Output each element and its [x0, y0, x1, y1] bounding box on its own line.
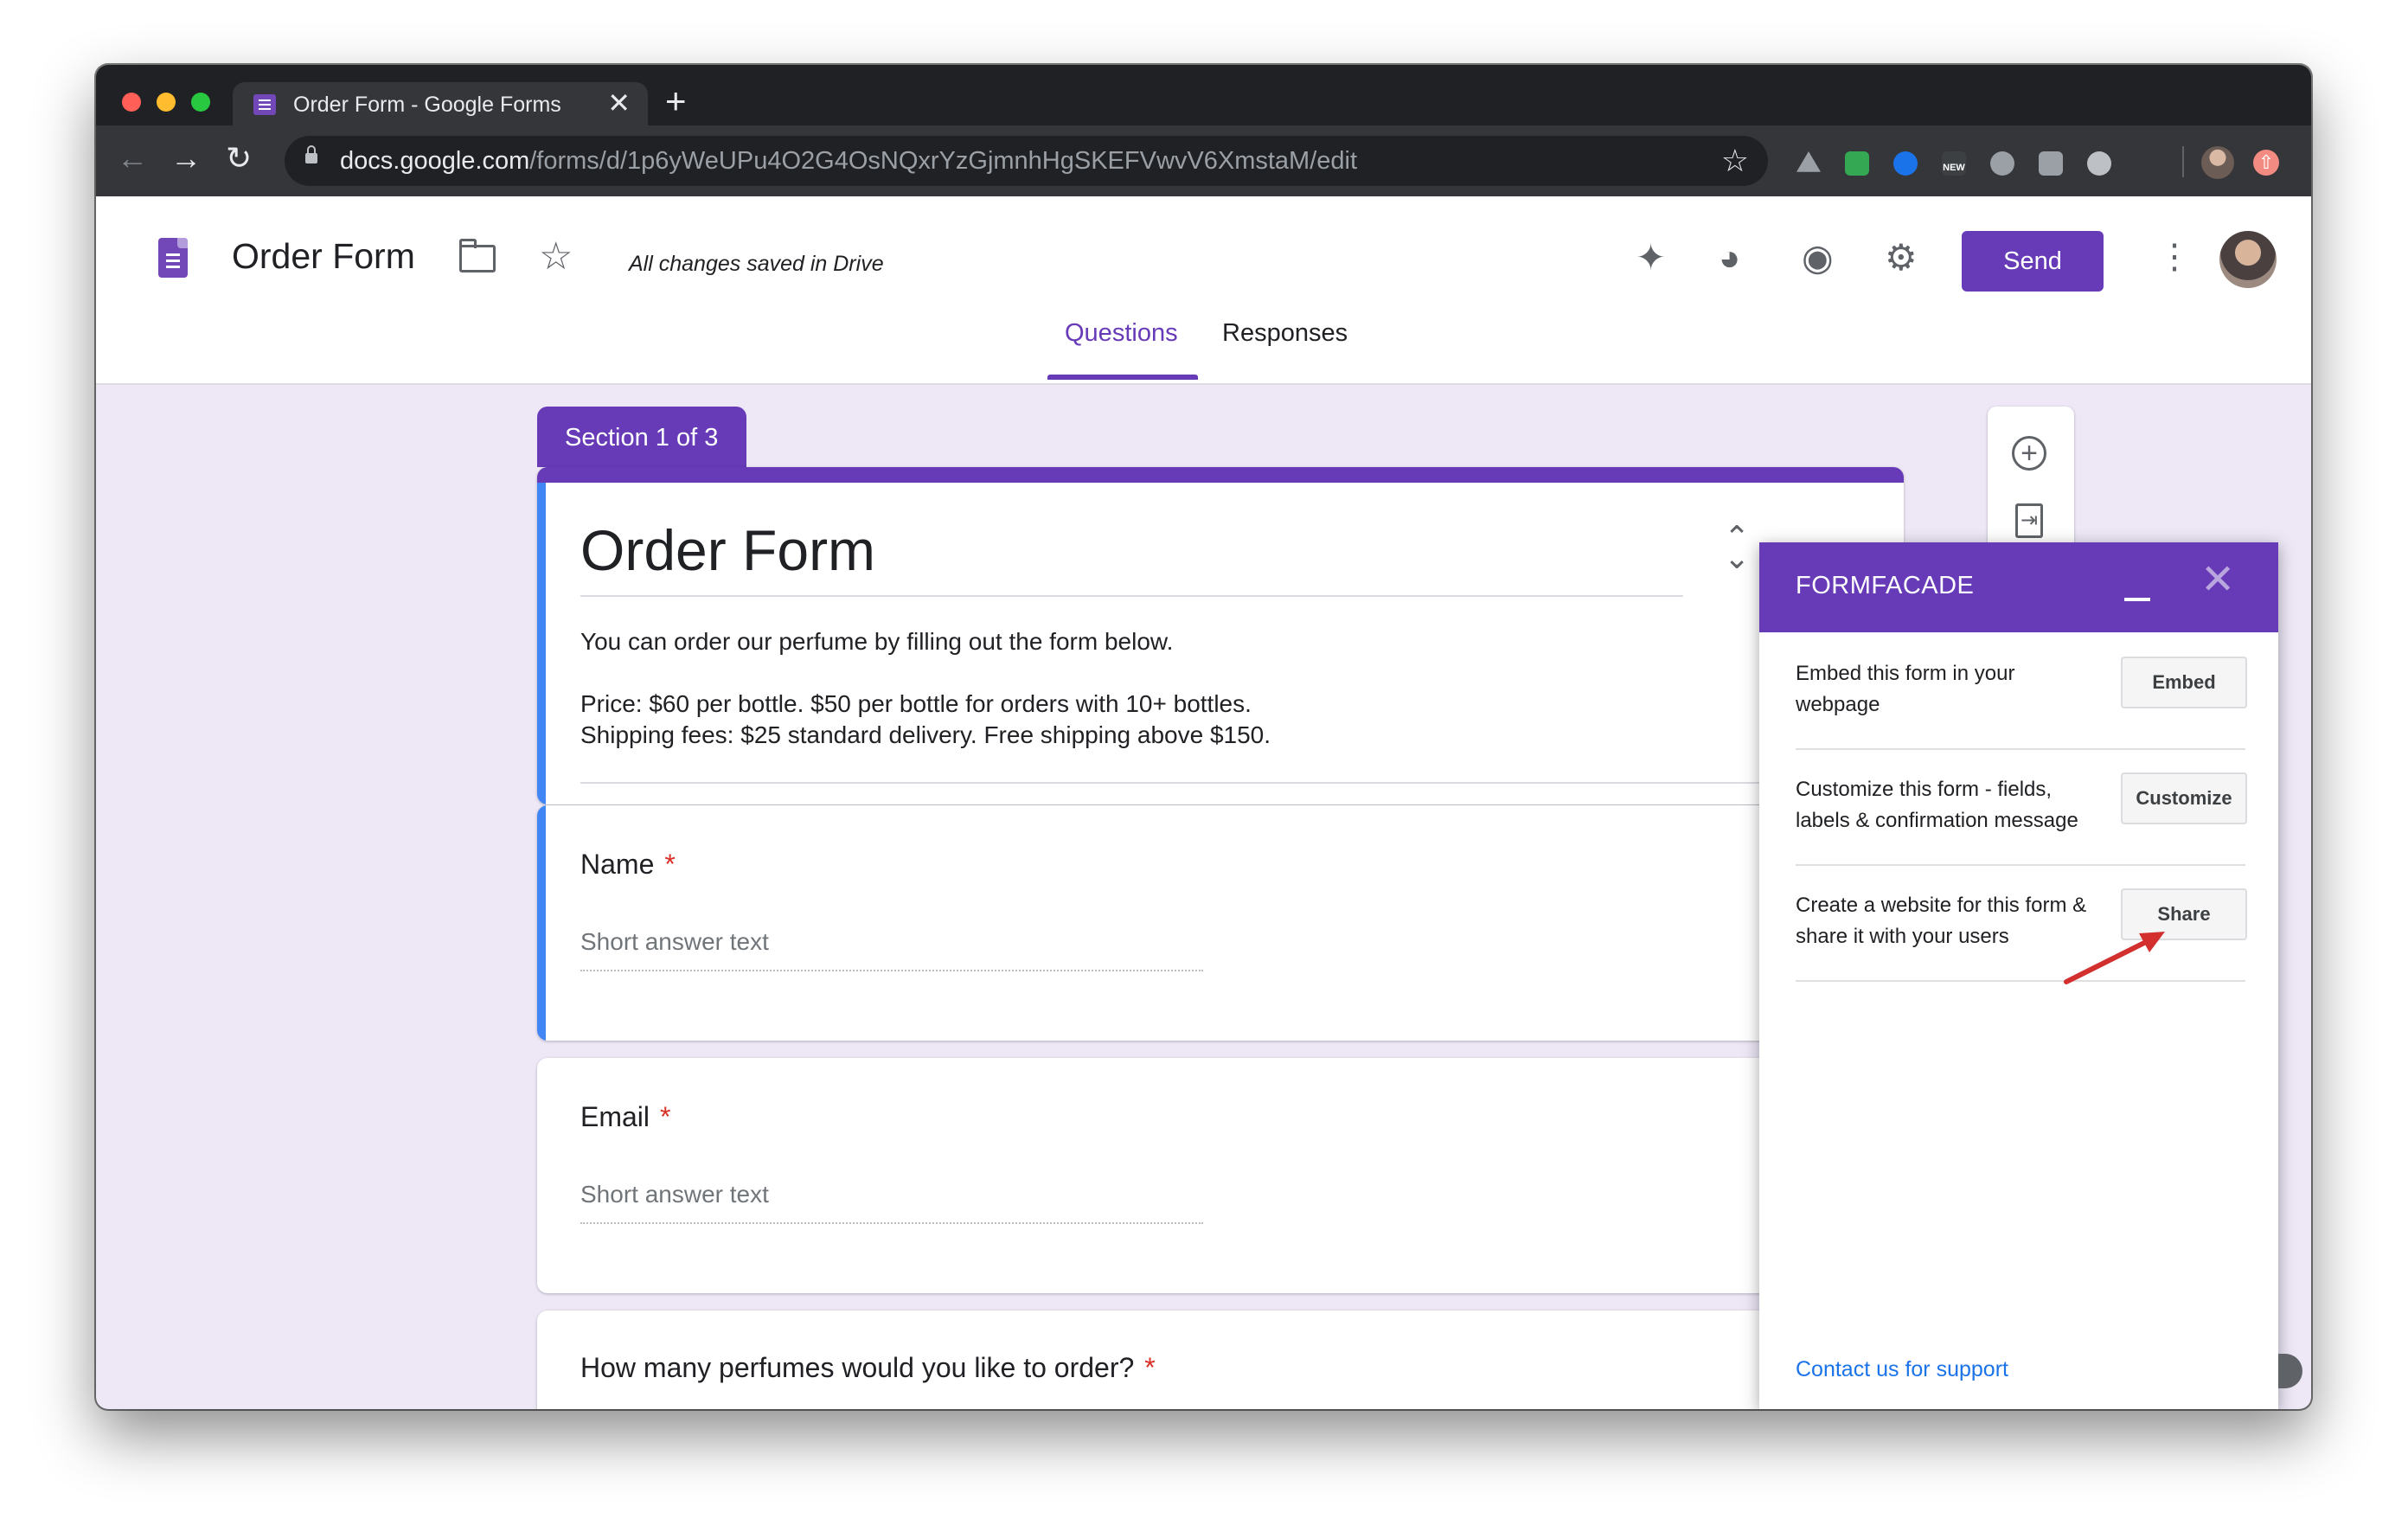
row-description: Create a website for this form & share i…: [1796, 894, 2087, 948]
embed-button[interactable]: Embed: [2121, 657, 2247, 708]
import-questions-icon[interactable]: ⇥: [2015, 503, 2043, 538]
form-title[interactable]: Order Form: [580, 517, 875, 583]
form-title-card[interactable]: Order Form ⌄ ⌄ You can order our perfume…: [537, 467, 1904, 804]
question-card-quantity[interactable]: How many perfumes would you like to orde…: [537, 1311, 1904, 1409]
section-indicator: Section 1 of 3: [537, 407, 746, 467]
description-line: [580, 657, 1271, 689]
required-asterisk: *: [664, 849, 676, 880]
account-avatar[interactable]: [2219, 231, 2277, 288]
side-toolbar: + ⇥: [1988, 407, 2074, 554]
question-title: Name *: [580, 849, 676, 880]
annotation-arrow: [2064, 932, 2165, 984]
question-title: How many perfumes would you like to orde…: [580, 1352, 1156, 1383]
short-answer-placeholder: Short answer text: [580, 1181, 769, 1208]
lock-icon: [305, 145, 317, 163]
title-underline: [580, 595, 1683, 597]
bookmark-star-icon[interactable]: ☆: [1721, 143, 1749, 179]
toolbar-divider: [2182, 146, 2184, 177]
tab-questions[interactable]: Questions: [1065, 319, 1178, 348]
description-line: You can order our perfume by filling out…: [580, 628, 1174, 655]
required-asterisk: *: [660, 1101, 671, 1132]
settings-gear-icon[interactable]: ⚙: [1885, 240, 1918, 276]
palette-icon[interactable]: ◕: [1719, 240, 1740, 276]
formfacade-row-customize: Customize this form - fields, labels & c…: [1796, 748, 2247, 866]
minimize-window-button[interactable]: [157, 93, 176, 112]
addons-icon[interactable]: ✦: [1636, 240, 1666, 276]
description-underline: [580, 782, 1856, 784]
new-tab-button[interactable]: +: [665, 83, 687, 119]
formfacade-title: FORMFACADE: [1796, 572, 1975, 599]
forms-favicon-icon: [253, 94, 276, 115]
save-status: All changes saved in Drive: [629, 252, 884, 276]
help-bubble-icon[interactable]: [2278, 1354, 2302, 1388]
description-line: Price: $60 per bottle. $50 per bottle fo…: [580, 690, 1252, 717]
reload-icon[interactable]: ↻: [226, 141, 252, 176]
google-forms-logo-icon[interactable]: [158, 238, 188, 278]
update-icon[interactable]: ⇧: [2253, 150, 2279, 176]
close-window-button[interactable]: [122, 93, 141, 112]
customize-button[interactable]: Customize: [2121, 772, 2247, 824]
row-description: Customize this form - fields, labels & c…: [1796, 778, 2078, 832]
more-options-icon[interactable]: ⋮: [2157, 240, 2192, 274]
browser-toolbar: ← → ↻ docs.google.com/forms/d/1p6yWeUPu4…: [96, 125, 2311, 196]
tab-close-icon[interactable]: ✕: [607, 89, 631, 117]
browser-tab[interactable]: Order Form - Google Forms ✕: [233, 82, 648, 125]
circle-extension-icon[interactable]: [2087, 151, 2111, 176]
row-description: Embed this form in your webpage: [1796, 662, 2015, 716]
mail-extension-icon[interactable]: [1845, 151, 1869, 176]
forward-arrow-icon[interactable]: →: [170, 141, 202, 176]
browser-profile-avatar[interactable]: [2201, 146, 2234, 179]
answer-underline: [580, 1222, 1203, 1224]
maximize-window-button[interactable]: [191, 93, 210, 112]
selected-card-indicator: [537, 483, 546, 804]
browser-window: Order Form - Google Forms ✕ + ← → ↻ docs…: [96, 65, 2311, 1409]
formfacade-row-share: Create a website for this form & share i…: [1796, 864, 2247, 982]
send-button[interactable]: Send: [1962, 231, 2104, 292]
question-title: Email *: [580, 1101, 671, 1132]
folder-icon[interactable]: [459, 239, 496, 272]
formfacade-header: FORMFACADE ✕: [1759, 542, 2278, 632]
close-icon[interactable]: ✕: [2200, 560, 2235, 601]
description-line: Shipping fees: $25 standard delivery. Fr…: [580, 721, 1271, 748]
new-extension-icon[interactable]: NEW: [1942, 151, 1966, 176]
question-card-email[interactable]: Email * Short answer text: [537, 1058, 1904, 1293]
add-question-icon[interactable]: +: [2012, 436, 2046, 471]
back-arrow-icon[interactable]: ←: [117, 141, 148, 176]
forms-header: Order Form ☆ All changes saved in Drive …: [96, 196, 2311, 385]
section-label: Section 1 of 3: [565, 424, 719, 452]
required-asterisk: *: [1144, 1352, 1156, 1383]
url-text: docs.google.com/forms/d/1p6yWeUPu4O2G4Os…: [340, 147, 1358, 175]
question-card-name[interactable]: Name * Short answer text: [537, 805, 1904, 1041]
chat-extension-icon[interactable]: [2039, 151, 2063, 176]
star-icon[interactable]: ☆: [539, 234, 573, 279]
compass-extension-icon[interactable]: [1893, 151, 1918, 176]
document-title[interactable]: Order Form: [232, 236, 415, 277]
answer-underline: [580, 970, 1203, 971]
contact-support-link[interactable]: Contact us for support: [1796, 1357, 2008, 1382]
u-extension-icon[interactable]: [1990, 151, 2014, 176]
collapse-section-icon[interactable]: ⌄ ⌄: [1724, 518, 1750, 574]
short-answer-placeholder: Short answer text: [580, 928, 769, 955]
formfacade-panel: FORMFACADE ✕ Embed this form in your web…: [1759, 542, 2278, 1409]
form-description[interactable]: You can order our perfume by filling out…: [580, 626, 1271, 751]
tab-title: Order Form - Google Forms: [293, 93, 561, 117]
formfacade-row-embed: Embed this form in your webpage Embed: [1796, 632, 2247, 750]
address-bar[interactable]: docs.google.com/forms/d/1p6yWeUPu4O2G4Os…: [285, 136, 1768, 186]
tab-responses[interactable]: Responses: [1222, 319, 1348, 348]
preview-eye-icon[interactable]: ◉: [1802, 240, 1834, 276]
selected-card-indicator: [537, 805, 546, 1041]
active-tab-indicator: [1047, 375, 1198, 380]
tab-strip: Order Form - Google Forms ✕ +: [96, 65, 2311, 125]
minimize-icon[interactable]: [2124, 598, 2150, 601]
drive-extension-icon[interactable]: [1796, 151, 1821, 172]
